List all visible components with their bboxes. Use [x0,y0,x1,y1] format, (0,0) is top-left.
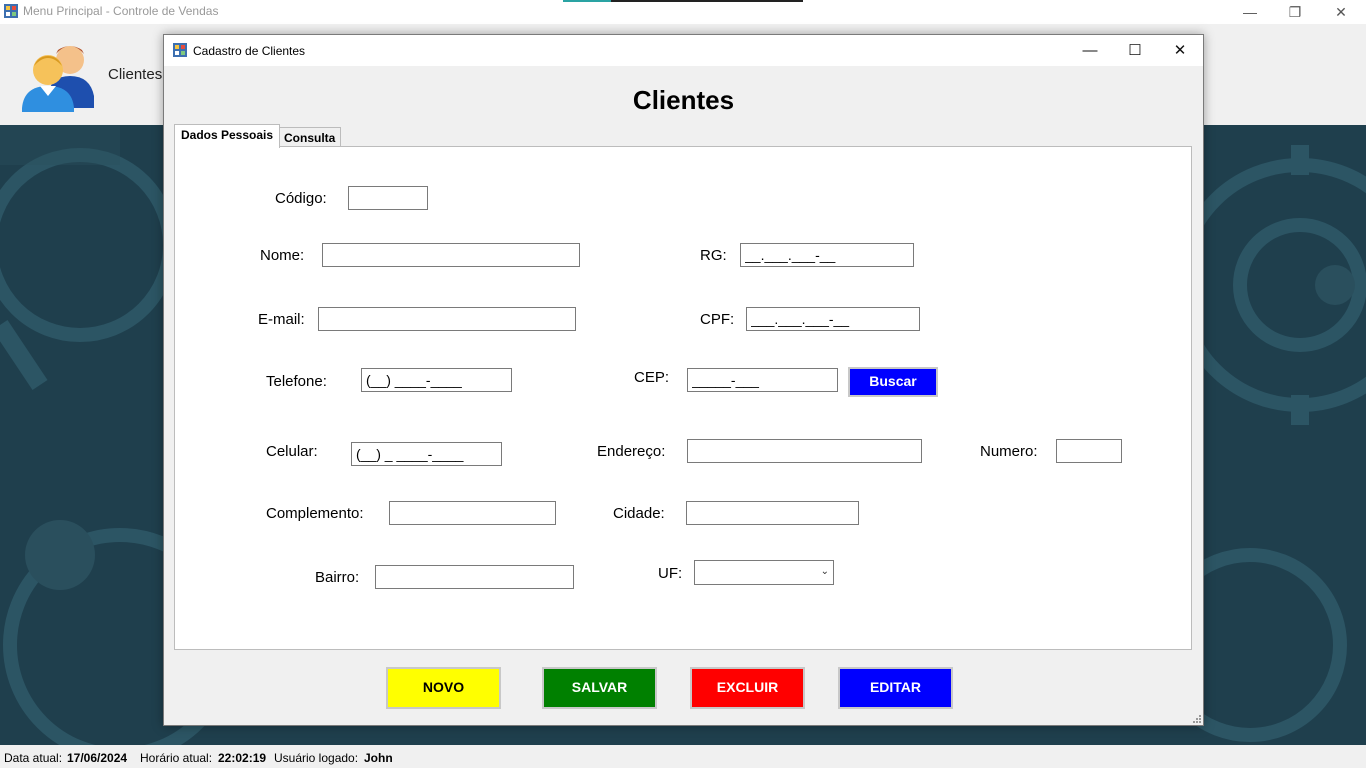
uf-label: UF: [658,565,683,582]
tab-dados-pessoais[interactable]: Dados Pessoais [174,124,281,148]
email-label: E-mail: [258,311,305,328]
time-value: 22:02:19 [218,751,267,765]
nome-field[interactable] [322,243,580,267]
taskbar-accent [563,0,803,2]
cadastro-clientes-dialog: Cadastro de Clientes — ☐ ✕ Clientes Dado… [163,34,1204,726]
main-window-title: Menu Principal - Controle de Vendas [23,4,219,18]
cidade-label: Cidade: [613,505,665,522]
user-value: John [364,751,393,765]
codigo-label: Código: [275,190,327,207]
rg-label: RG: [700,247,727,264]
statusbar: Data atual: 17/06/2024 Horário atual: 22… [0,745,1366,768]
cidade-field[interactable] [686,501,859,525]
tab-consulta[interactable]: Consulta [278,127,342,147]
dados-pessoais-panel: Código: Nome: RG: E-mail: CPF: Telefone:… [174,146,1192,650]
complemento-label: Complemento: [266,505,364,522]
date-value: 17/06/2024 [67,751,128,765]
endereco-label: Endereço: [597,443,666,460]
app-window-icon [173,43,187,57]
close-icon[interactable]: ✕ [1157,35,1203,66]
celular-field[interactable] [351,442,502,466]
maximize-icon[interactable]: ☐ [1112,35,1158,66]
uf-select[interactable]: ⌄ [694,560,834,585]
user-label: Usuário logado: [274,751,359,765]
complemento-field[interactable] [389,501,556,525]
nome-label: Nome: [260,247,305,264]
editar-button[interactable]: EDITAR [838,667,953,709]
bairro-field[interactable] [375,565,574,589]
users-icon[interactable] [18,36,98,116]
dialog-titlebar: Cadastro de Clientes — ☐ ✕ [164,35,1203,66]
codigo-field[interactable] [348,186,428,210]
cep-label: CEP: [634,369,670,386]
bairro-label: Bairro: [315,569,360,586]
restore-icon[interactable]: ❐ [1272,2,1318,22]
clients-menu-label[interactable]: Clientes [108,66,162,83]
numero-field[interactable] [1056,439,1122,463]
salvar-button[interactable]: SALVAR [542,667,657,709]
minimize-icon[interactable]: — [1067,35,1113,66]
telefone-label: Telefone: [266,373,327,390]
resize-grip-icon[interactable] [1193,715,1201,723]
novo-button[interactable]: NOVO [386,667,501,709]
date-label: Data atual: [4,751,63,765]
chevron-down-icon[interactable]: ⌄ [821,566,829,577]
minimize-icon[interactable]: — [1227,2,1273,22]
page-title: Clientes [632,85,735,115]
buscar-button[interactable]: Buscar [848,367,938,397]
numero-label: Numero: [980,443,1038,460]
email-field[interactable] [318,307,576,331]
cpf-label: CPF: [700,311,735,328]
cep-field[interactable] [687,368,838,392]
rg-field[interactable] [740,243,914,267]
telefone-field[interactable] [361,368,512,392]
dialog-title: Cadastro de Clientes [193,44,306,58]
endereco-field[interactable] [687,439,922,463]
close-icon[interactable]: ✕ [1318,2,1364,22]
time-label: Horário atual: [140,751,213,765]
cpf-field[interactable] [746,307,920,331]
main-titlebar: Menu Principal - Controle de Vendas — ❐ … [0,0,1366,24]
celular-label: Celular: [266,443,318,460]
app-window-icon [4,4,18,18]
excluir-button[interactable]: EXCLUIR [690,667,805,709]
